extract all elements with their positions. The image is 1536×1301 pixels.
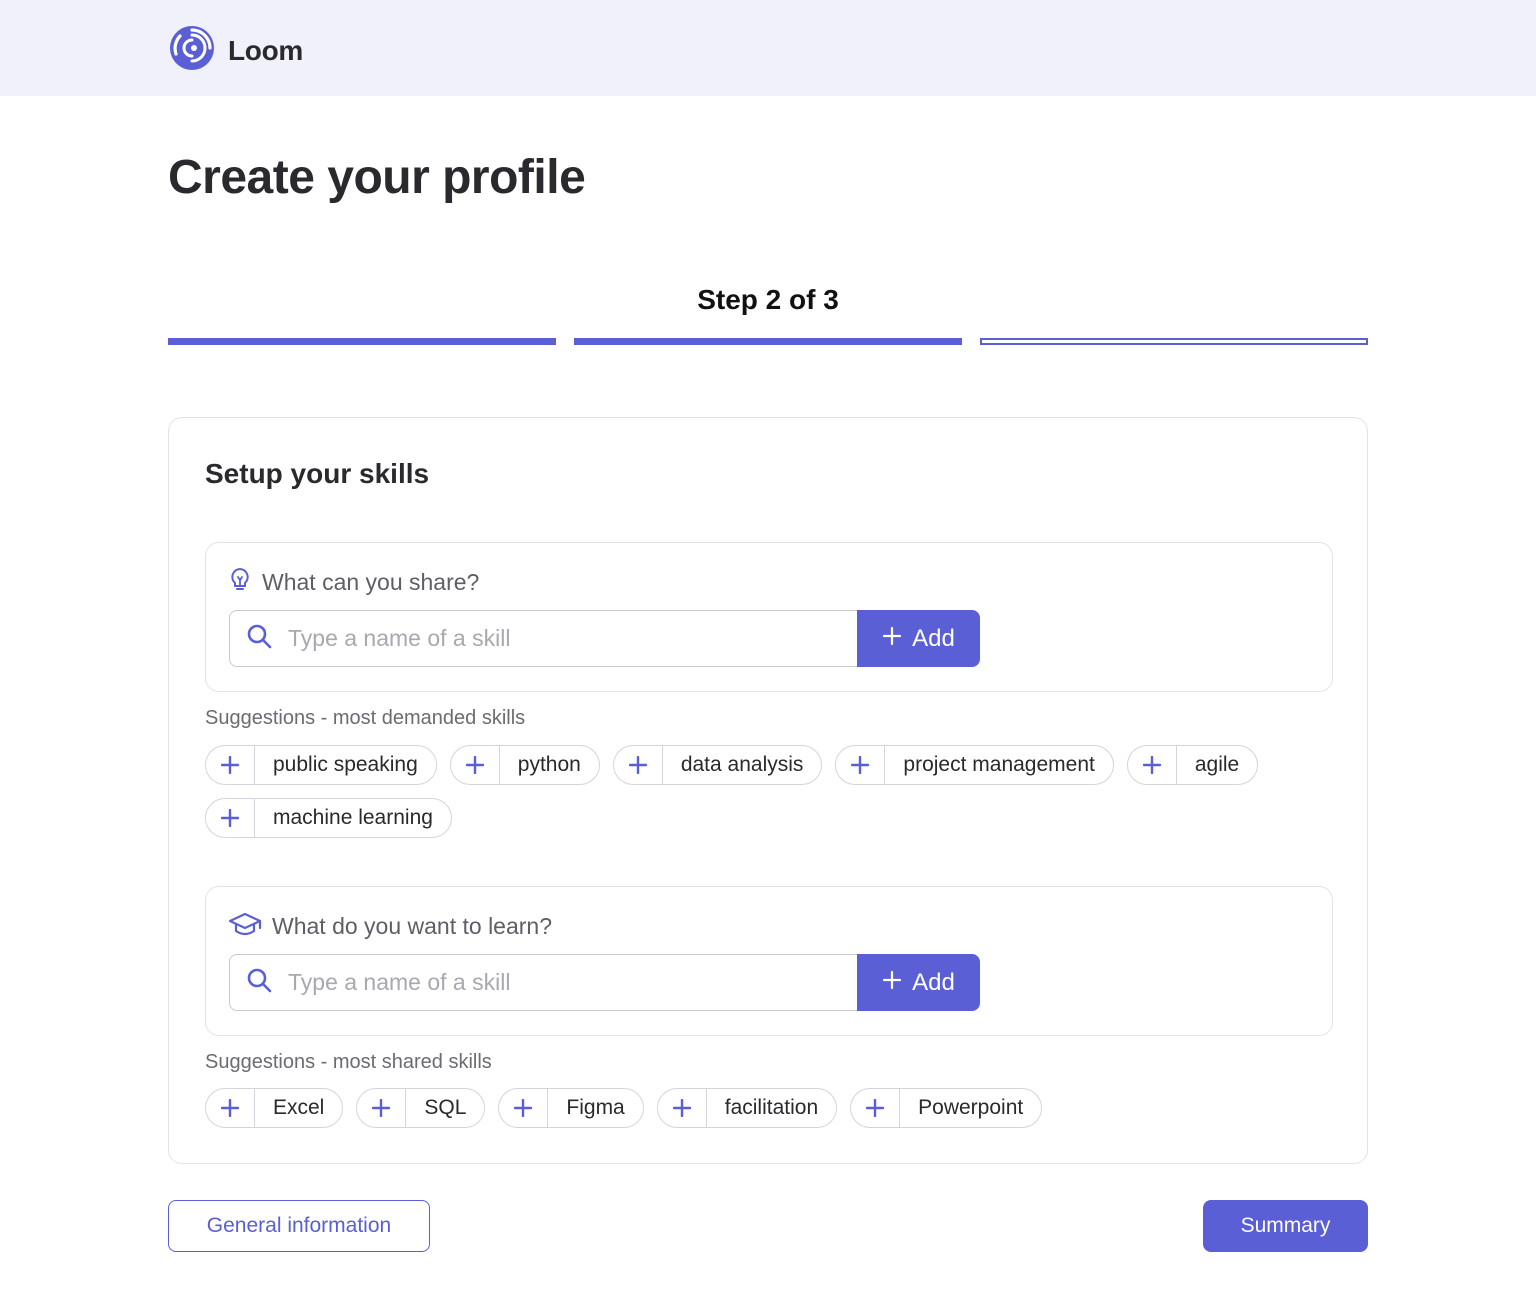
suggestion-chip[interactable]: python xyxy=(449,745,600,785)
suggestion-chip[interactable]: SQL xyxy=(356,1088,486,1128)
suggestion-chip[interactable]: Figma xyxy=(498,1088,644,1128)
share-skill-input[interactable] xyxy=(288,625,808,652)
loom-logo-icon xyxy=(168,24,216,77)
share-panel: What can you share? Add xyxy=(205,542,1333,692)
chip-label: Excel xyxy=(273,1096,325,1119)
plus-icon xyxy=(206,746,255,784)
search-icon xyxy=(246,967,272,998)
lightbulb-icon xyxy=(228,567,252,598)
general-information-button[interactable]: General information xyxy=(168,1200,430,1252)
learn-question: What do you want to learn? xyxy=(272,913,552,939)
graduation-cap-icon xyxy=(228,911,262,942)
learn-panel: What do you want to learn? Add xyxy=(205,886,1333,1036)
share-suggestions-label: Suggestions - most demanded skills xyxy=(205,707,526,729)
chip-label: python xyxy=(517,753,581,776)
learn-suggestions-label: Suggestions - most shared skills xyxy=(205,1051,492,1073)
share-add-button[interactable]: Add xyxy=(857,610,980,667)
suggestion-chip[interactable]: facilitation xyxy=(656,1088,838,1128)
chip-label: public speaking xyxy=(273,753,418,776)
chip-label: facilitation xyxy=(724,1096,819,1119)
progress-segment-3 xyxy=(980,338,1368,345)
plus-icon xyxy=(882,625,902,653)
plus-icon xyxy=(851,1089,901,1127)
suggestion-chip[interactable]: machine learning xyxy=(205,798,452,838)
plus-icon xyxy=(499,1089,549,1127)
step-label: Step 2 of 3 xyxy=(697,284,839,315)
plus-icon xyxy=(614,746,663,784)
suggestion-chip[interactable]: public speaking xyxy=(205,745,437,785)
share-question: What can you share? xyxy=(262,569,480,595)
search-icon xyxy=(246,623,272,654)
suggestion-chip[interactable]: project management xyxy=(835,745,1114,785)
share-suggestion-chips: public speaking python data analysis pro… xyxy=(205,745,1305,838)
share-search-row: Add xyxy=(229,610,980,667)
progress-segment-1 xyxy=(168,338,556,345)
learn-search-box[interactable] xyxy=(229,954,857,1011)
learn-search-row: Add xyxy=(229,954,980,1011)
skills-card: Setup your skills What can you share? Ty… xyxy=(168,417,1368,1164)
plus-icon xyxy=(357,1089,407,1127)
plus-icon xyxy=(206,799,255,837)
share-panel-header: What can you share? xyxy=(228,567,479,598)
plus-icon xyxy=(206,1089,255,1127)
suggestion-chip[interactable]: Powerpoint xyxy=(850,1088,1043,1128)
plus-icon xyxy=(658,1089,707,1127)
plus-icon xyxy=(882,969,902,997)
chip-label: data analysis xyxy=(680,753,804,776)
plus-icon xyxy=(1128,746,1177,784)
learn-skill-input[interactable] xyxy=(288,969,808,996)
learn-add-label: Add xyxy=(912,968,955,996)
top-bar: Loom xyxy=(0,0,1536,96)
brand[interactable]: Loom xyxy=(168,24,303,77)
card-title: Setup your skills xyxy=(205,458,430,489)
chip-label: project management xyxy=(903,753,1095,776)
share-add-label: Add xyxy=(912,624,955,652)
brand-name: Loom xyxy=(228,34,304,66)
chip-label: agile xyxy=(1194,753,1240,776)
summary-button[interactable]: Summary xyxy=(1203,1200,1368,1252)
suggestion-chip[interactable]: Excel xyxy=(205,1088,344,1128)
chip-label: machine learning xyxy=(273,806,433,829)
learn-add-button[interactable]: Add xyxy=(857,954,980,1011)
chip-label: Figma xyxy=(566,1096,625,1119)
share-search-box[interactable] xyxy=(229,610,857,667)
progress-segment-2 xyxy=(574,338,962,345)
plus-icon xyxy=(836,746,886,784)
learn-panel-header: What do you want to learn? xyxy=(228,911,552,942)
suggestion-chip[interactable]: agile xyxy=(1126,745,1259,785)
suggestion-chip[interactable]: data analysis xyxy=(612,745,823,785)
plus-icon xyxy=(451,746,500,784)
chip-label: SQL xyxy=(424,1096,467,1119)
learn-suggestion-chips: Excel SQL Figma facilitation Powerpoint xyxy=(205,1088,1305,1128)
page-title: Create your profile xyxy=(168,151,586,204)
chip-label: Powerpoint xyxy=(918,1096,1024,1119)
